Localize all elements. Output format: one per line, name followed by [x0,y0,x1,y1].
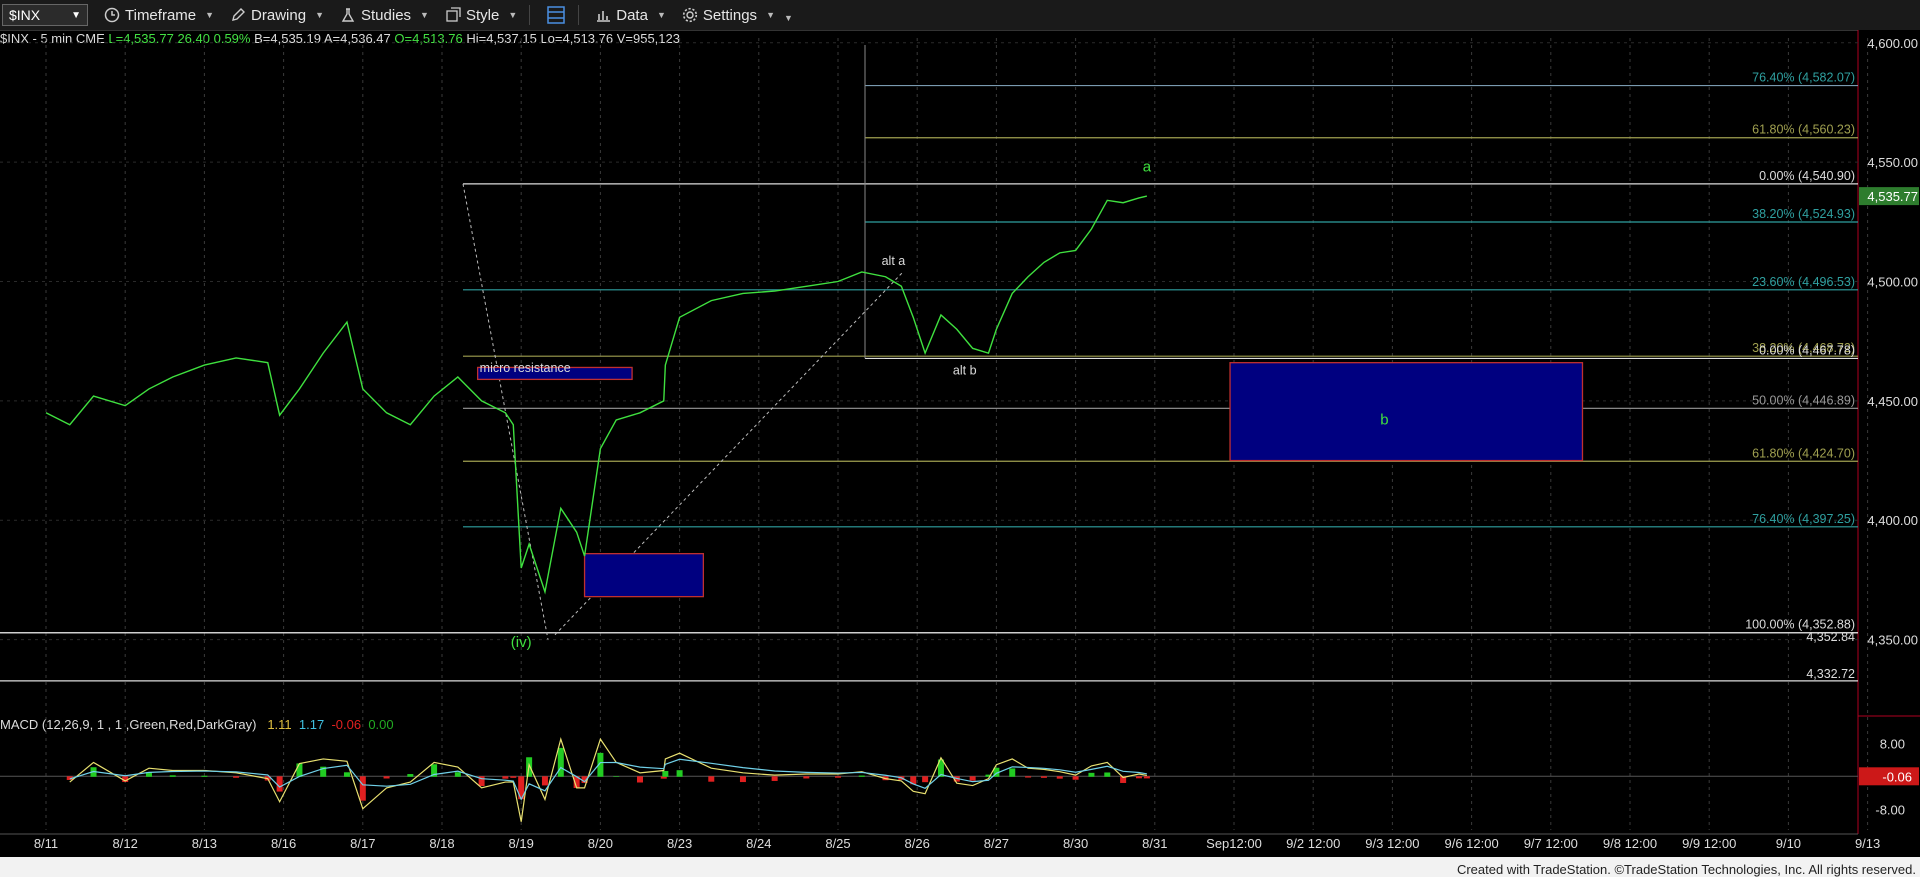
x-tick-label: 8/27 [984,836,1009,851]
macd-histogram-bar [922,776,929,783]
chart-annotation: (iv) [511,634,532,651]
macd-histogram-bar [1025,776,1032,778]
x-tick-label: 8/13 [192,836,217,851]
macd-histogram-bar [637,776,643,783]
x-tick-label: 8/18 [429,836,454,851]
y-tick-label: 4,600.00 [1867,36,1918,51]
macd-histogram-bar [359,776,366,801]
x-tick-label: 8/17 [350,836,375,851]
macd-histogram-bar [296,763,303,777]
footer: Created with TradeStation. ©TradeStation… [1457,862,1916,877]
macd-histogram-bar [1056,776,1063,779]
macd-histogram-bar [1104,772,1111,777]
macd-histogram-bar [969,776,976,781]
macd-histogram-bar [169,775,176,777]
macd-histogram-bar [510,776,517,778]
macd-histogram-bar [407,774,414,777]
chart-annotation: micro resistance [480,361,571,375]
y-tick-label: 4,550.00 [1867,155,1918,170]
x-tick-label: 9/6 12:00 [1444,836,1498,851]
x-tick-label: 8/31 [1142,836,1167,851]
fib-level-label: 61.80% (4,560.23) [1752,123,1855,137]
macd-histogram-bar [383,776,390,779]
macd-histogram-bar [541,776,548,786]
macd-histogram-bar [276,776,283,792]
fib-level-label: 0.00% (4,540.90) [1759,169,1855,183]
x-tick-label: 9/2 12:00 [1286,836,1340,851]
zone-box [583,553,705,598]
x-tick-label: 9/13 [1855,836,1880,851]
x-tick-label: 8/19 [509,836,534,851]
macd-histogram-bar [676,770,683,777]
footer-text: Created with TradeStation. ©TradeStation… [1456,862,1916,877]
macd-histogram-bar [708,776,715,782]
macd-label: MACD (12,26,9, 1 , 1 ,Green,Red,DarkGray… [0,717,257,732]
fib-level-label: 50.00% (4,446.89) [1752,393,1855,407]
x-tick-label: 9/8 12:00 [1603,836,1657,851]
x-tick-label: 9/10 [1776,836,1801,851]
macd-histogram-bar [803,776,810,779]
macd-histogram-bar [1088,772,1095,777]
x-tick-label: 8/12 [113,836,138,851]
macd-histogram-bar [1135,776,1142,779]
y-tick-label: 4,400.00 [1867,513,1918,528]
macd-histogram-bar [613,776,620,777]
trend-line [462,183,549,640]
fib-level-label: 38.20% (4,524.93) [1752,207,1855,221]
fib-level-label: 4,352.84 [1806,630,1855,644]
macd-y-tick-label: -8.00 [1875,802,1905,817]
x-tick-label: 8/24 [746,836,771,851]
x-tick-label: 8/11 [34,836,58,851]
chart-annotation: b [1380,412,1388,429]
zone-box [1229,362,1584,462]
fib-level-label: 23.60% (4,496.53) [1752,275,1855,289]
x-tick-label: 9/7 12:00 [1524,836,1578,851]
macd-histogram-bar [1143,776,1150,779]
macd-last-label: -0.06 [1882,769,1912,784]
macd-histogram-bar [771,776,778,781]
macd-histogram-bar [454,772,461,777]
macd-header: MACD (12,26,9, 1 , 1 ,Green,Red,DarkGray… [0,717,394,732]
x-tick-label: Sep12:00 [1206,836,1262,851]
x-tick-label: 8/16 [271,836,296,851]
chart-annotation: a [1143,159,1152,176]
last-price-label: 4,535.77 [1867,189,1918,204]
fib-level-label: 76.40% (4,397.25) [1752,512,1855,526]
macd-histogram-bar [201,775,208,777]
macd-histogram-bar [739,776,746,783]
price-series-line [45,195,1148,595]
x-tick-label: 8/25 [825,836,850,851]
macd-avg: 1.17 [298,717,325,732]
macd-histogram-bar [557,747,564,777]
macd-histogram-bar [858,775,865,777]
macd-histogram-bar [1072,776,1079,780]
macd-zero: 0.00 [368,717,394,732]
x-tick-label: 9/3 12:00 [1365,836,1419,851]
macd-y-tick-label: 8.00 [1880,736,1905,751]
x-tick-label: 9/9 12:00 [1682,836,1736,851]
x-tick-label: 8/30 [1063,836,1088,851]
macd-histogram-bar [343,772,350,777]
y-tick-label: 4,450.00 [1867,394,1918,409]
x-tick-label: 8/23 [667,836,692,851]
macd-value: 1.11 [267,717,292,732]
x-tick-label: 8/26 [905,836,930,851]
fib-level-label: 61.80% (4,424.70) [1752,446,1855,460]
chart-annotation: alt a [882,254,906,268]
macd-histogram-bar [1040,776,1047,778]
y-tick-label: 4,500.00 [1867,275,1918,290]
macd-histogram-bar [835,776,841,778]
x-tick-label: 8/20 [588,836,613,851]
macd-histogram-bar [502,776,509,779]
fib-level-label: 0.00% (4,467.78) [1759,343,1855,357]
macd-histogram-bar [662,770,669,777]
fib-level-label: 76.40% (4,582.07) [1752,71,1855,85]
macd-histogram-bar [233,776,240,778]
macd-diff: -0.06 [331,717,362,732]
macd-signal-line [69,758,1147,801]
chart-annotation: alt b [953,364,977,378]
y-tick-label: 4,350.00 [1867,633,1918,648]
fib-level-label: 4,332.72 [1806,667,1855,681]
macd-histogram-bar [1009,768,1016,777]
